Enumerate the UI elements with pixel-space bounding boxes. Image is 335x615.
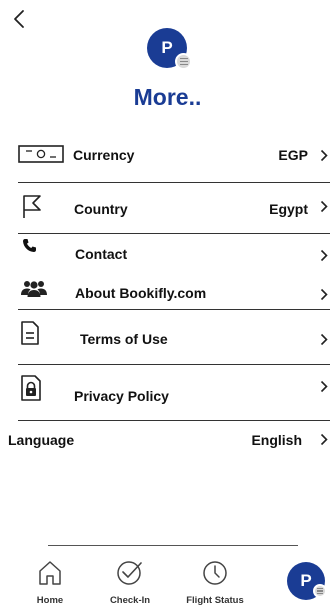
about-label: About Bookifly.com [75, 285, 207, 301]
chevron-right-icon [320, 200, 328, 213]
clock-icon [203, 561, 227, 585]
page-title: More.. [133, 84, 202, 110]
avatar-initial: P [300, 571, 312, 590]
avatar-menu-badge-icon [313, 584, 327, 598]
language-value: English [251, 432, 302, 448]
chevron-right-icon [320, 288, 328, 301]
back-chevron-icon[interactable] [10, 8, 28, 30]
users-group-icon [21, 281, 47, 297]
chevron-right-icon [320, 249, 328, 262]
tab-check-in-label: Check-In [109, 595, 151, 606]
country-label: Country [74, 201, 128, 217]
tab-home-label: Home [36, 595, 64, 606]
terms-label: Terms of Use [80, 331, 168, 347]
bottom-nav-divider [48, 545, 298, 546]
flag-icon [23, 195, 41, 218]
privacy-row[interactable]: Privacy Policy [18, 370, 328, 408]
phone-icon [23, 239, 36, 252]
chevron-right-icon [320, 433, 328, 446]
tab-flight-status-label: Flight Status [186, 595, 244, 606]
country-row[interactable]: Country Egypt [18, 190, 328, 228]
language-label: Language [8, 432, 75, 448]
contact-label: Contact [75, 246, 128, 262]
tab-home[interactable]: Home [15, 560, 85, 606]
avatar-initial: P [161, 38, 173, 57]
language-row[interactable]: Language English [8, 424, 328, 462]
tab-check-in[interactable]: Check-In [95, 560, 165, 606]
divider [18, 364, 330, 365]
currency-row[interactable]: Currency EGP [18, 136, 328, 174]
country-value: Egypt [269, 201, 308, 217]
currency-note-icon [18, 145, 64, 163]
document-icon [21, 321, 39, 345]
divider [18, 309, 330, 310]
currency-value: EGP [278, 147, 308, 163]
divider [18, 420, 330, 421]
chevron-right-icon [320, 333, 328, 346]
chevron-right-icon [320, 380, 328, 393]
contact-row[interactable]: Contact [18, 234, 328, 272]
privacy-label: Privacy Policy [74, 388, 169, 404]
check-circle-icon [117, 561, 142, 585]
about-row[interactable]: About Bookifly.com [18, 273, 328, 311]
tab-flight-status[interactable]: Flight Status [180, 560, 250, 606]
chevron-right-icon [320, 149, 328, 162]
document-lock-icon [21, 375, 41, 401]
currency-label: Currency [73, 147, 135, 163]
home-icon [39, 561, 61, 585]
terms-row[interactable]: Terms of Use [18, 317, 328, 355]
divider [18, 182, 330, 183]
avatar-menu-badge-icon [175, 53, 192, 70]
